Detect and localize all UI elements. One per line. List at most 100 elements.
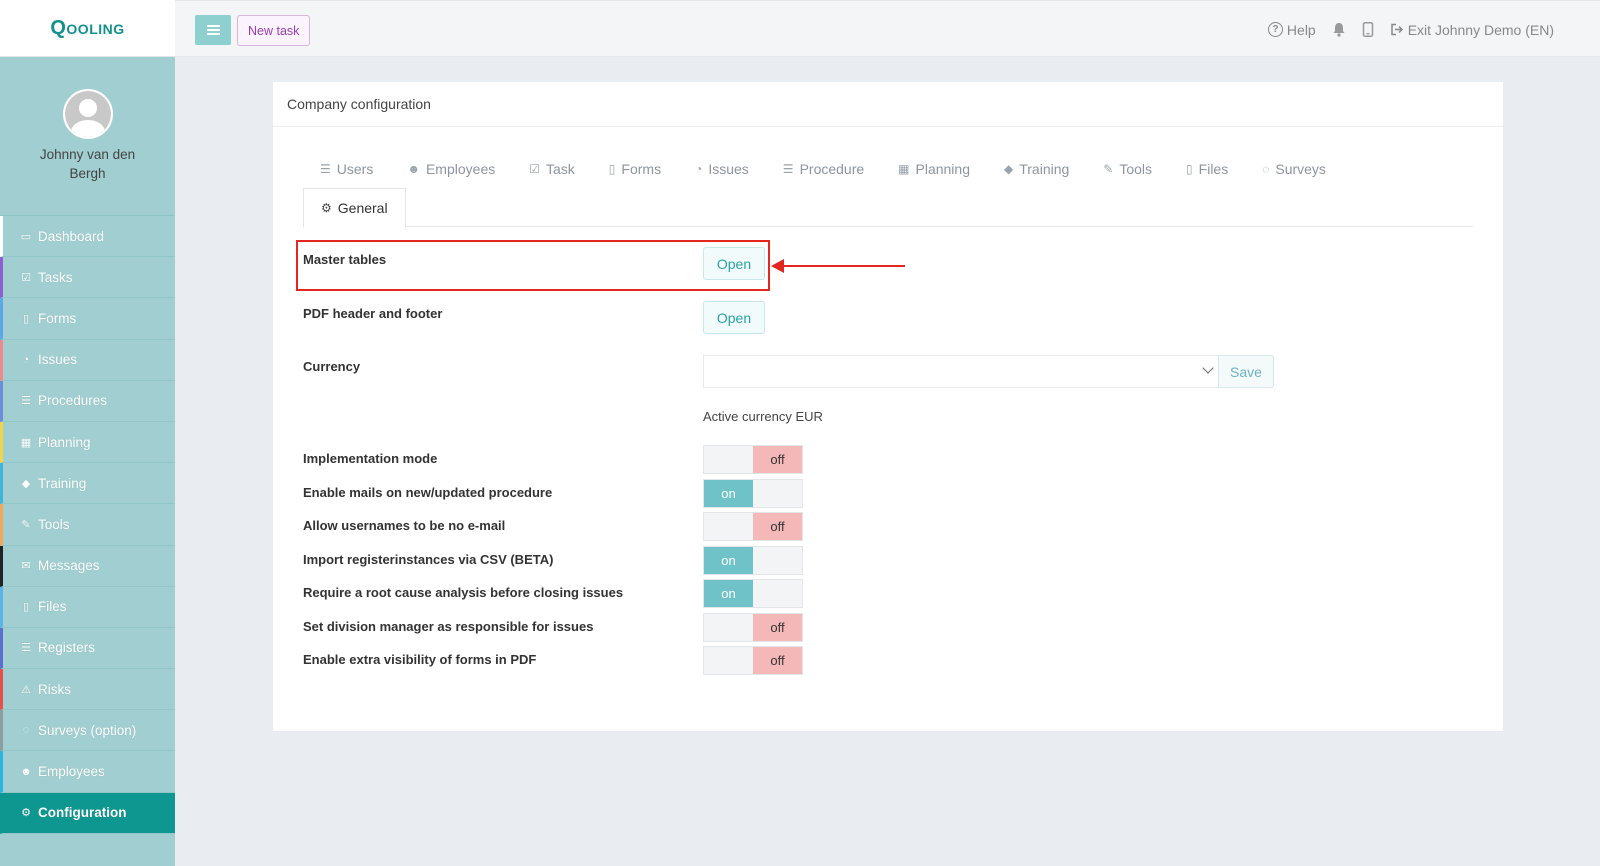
toggle-switch[interactable]: off [703,512,803,541]
envelope-icon: ✉ [21,560,31,573]
tab-row-2: ⚙ General [303,187,1473,228]
tab-tools[interactable]: ✎ Tools [1086,161,1169,177]
graduation-cap-icon: ◆ [21,477,31,490]
sidebar-item-dashboard[interactable]: ▭ Dashboard [0,216,175,258]
toggle-blank [753,479,802,507]
arrow-left-icon [771,259,784,273]
toggle-off-label: off [753,446,802,473]
annotation-highlight-box [296,240,770,291]
toggle-blank [704,613,753,641]
avatar[interactable] [62,89,113,139]
logo: Qooling [50,16,125,39]
sidebar-item-risks[interactable]: ⚠ Risks [0,669,175,711]
calendar-icon: ▦ [898,161,910,176]
annotation-arrow [779,265,905,267]
toggle-switch[interactable]: on [703,579,803,608]
check-square-icon: ☑ [529,161,540,176]
sidebar-item-registers[interactable]: ☰ Registers [0,627,175,670]
tab-users[interactable]: ☰ Users [303,161,390,177]
sidebar-item-tasks[interactable]: ☑ Tasks [0,257,175,299]
user-profile: Johnny van den Bergh [0,57,175,216]
tab-planning[interactable]: ▦ Planning [881,161,987,177]
tab-issues[interactable]: ◔ Issues [678,161,766,177]
toggle-switch[interactable]: off [703,445,803,474]
sidebar-item-messages[interactable]: ✉ Messages [0,545,175,587]
tab-general[interactable]: ⚙ General [303,188,406,228]
toggle-label: Set division manager as responsible for … [303,618,594,634]
sidebar-item-surveys-option[interactable]: ◌ Surveys (option) [0,710,175,752]
new-task-button[interactable]: New task [237,15,311,46]
toggle-switch[interactable]: off [703,612,803,642]
sidebar-item-files[interactable]: ▯ Files [0,586,175,628]
pdf-header-footer-label: PDF header and footer [303,306,443,321]
sidebar-item-label: Dashboard [38,228,105,244]
tab-forms[interactable]: ▯ Forms [592,161,678,177]
tab-label: General [337,200,388,216]
gear-icon: ⚙ [321,201,332,215]
currency-save-button[interactable]: Save [1218,355,1274,388]
sidebar-item-planning[interactable]: ▦ Planning [0,421,175,464]
sidebar-item-training[interactable]: ◆ Training [0,463,175,505]
sidebar-item-tools[interactable]: ✎ Tools [0,504,175,546]
tab-employees[interactable]: ☻ Employees [390,161,512,177]
toggle-blank [753,580,802,607]
file-icon: ▯ [22,312,30,325]
sidebar-item-label: Configuration [38,805,127,821]
toggle-label: Allow usernames to be no e-mail [303,518,506,533]
chevron-down-icon [1202,362,1214,374]
sidebar-item-label: Employees [38,764,105,780]
help-link[interactable]: ? Help [1267,21,1316,38]
notifications-button[interactable] [1332,22,1346,37]
tab-label: Procedure [799,160,865,177]
pdf-header-footer-open-button[interactable]: Open [703,301,765,334]
toggle-blank [753,546,802,574]
tab-label: Tools [1119,160,1153,177]
sidebar-item-issues[interactable]: ◔ Issues [0,339,175,381]
list-icon: ☰ [21,395,31,408]
sidebar-item-label: Risks [38,681,71,697]
active-currency-text: Active currency EUR [703,409,823,424]
tab-label: Surveys [1275,160,1326,177]
tab-label: Planning [915,160,971,177]
users-icon: ☻ [407,161,420,176]
company-configuration-card: Company configuration ☰ Users ☻ Employees ☑ T… [273,82,1503,731]
tab-task[interactable]: ☑ Task [512,161,592,177]
sidebar-item-forms[interactable]: ▯ Forms [0,298,175,340]
user-icon [64,91,111,137]
toggle-on-label: on [704,580,753,607]
toggle-blank [704,647,753,674]
tab-training[interactable]: ◆ Training [987,161,1086,177]
tab-surveys[interactable]: ◌ Surveys [1245,161,1343,177]
currency-select[interactable] [703,355,1219,388]
user-name: Johnny van den Bergh [39,147,136,181]
wrench-icon: ✎ [1103,161,1114,176]
card-header: Company configuration [273,82,1503,127]
mobile-button[interactable] [1362,22,1374,37]
menu-toggle-button[interactable] [195,15,231,45]
toggle-blank [704,513,753,540]
bell-icon [1333,23,1345,37]
sidebar-item-employees[interactable]: ☻ Employees [0,751,175,793]
toggle-switch[interactable]: off [703,646,803,675]
logo-container[interactable]: Qooling [0,0,175,57]
comment-icon: ◌ [1262,161,1270,176]
sidebar-item-label: Registers [38,640,96,656]
sidebar: Qooling Johnny van den Bergh ▭ Dashboard ☑… [0,0,175,866]
tab-procedure[interactable]: ☰ Procedure [766,161,881,177]
sidebar-item-label: Messages [38,558,100,574]
toggle-switch[interactable]: on [703,545,803,575]
hamburger-icon [206,25,220,35]
sidebar-item-configuration[interactable]: ⚙ Configuration [0,792,175,834]
currency-label: Currency [303,359,361,374]
help-label: Help [1286,21,1316,38]
sidebar-item-procedures[interactable]: ☰ Procedures [0,380,175,422]
toggle-off-label: off [753,647,802,674]
toggle-switch[interactable]: on [703,478,803,508]
calendar-icon: ▦ [20,436,32,449]
tab-files[interactable]: ▯ Files [1169,161,1245,177]
help-icon: ? [1267,22,1283,37]
exit-demo-link[interactable]: Exit Johnny Demo (EN) [1390,22,1554,38]
list-icon: ☰ [782,161,794,176]
sidebar-item-label: Surveys (option) [38,722,137,738]
warning-icon: ⚠ [21,683,31,696]
